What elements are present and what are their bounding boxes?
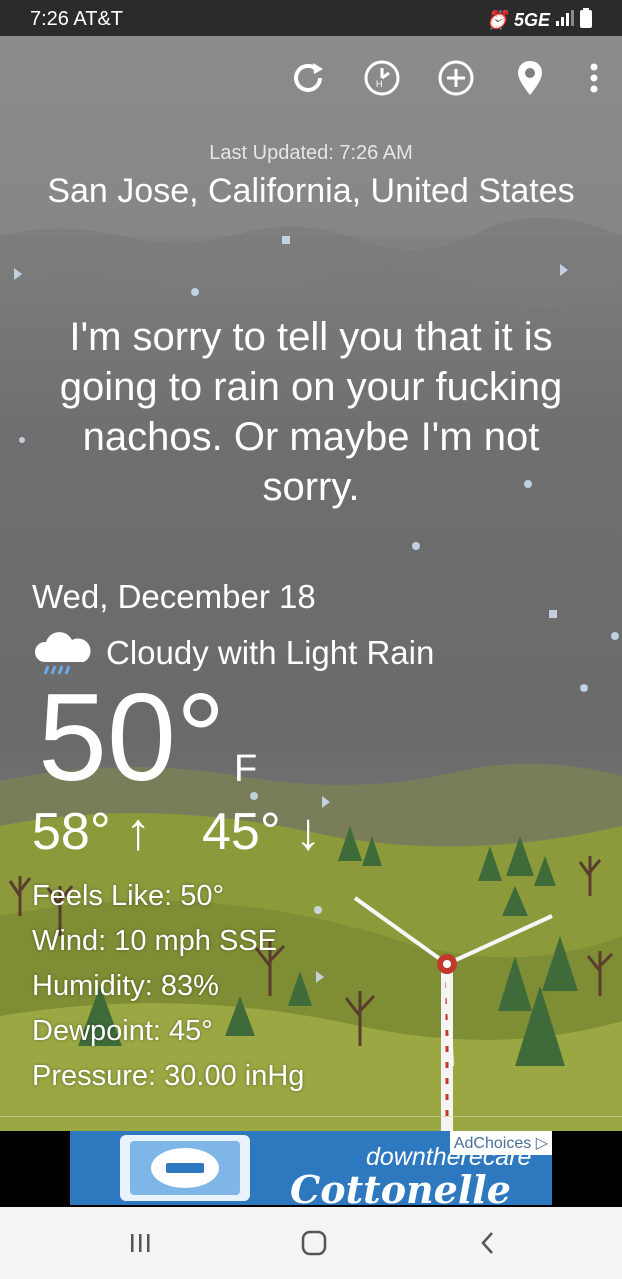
back-button[interactable] <box>468 1227 508 1259</box>
pressure: Pressure: 30.00 inHg <box>32 1060 305 1092</box>
forecast-date: Wed, December 18 <box>32 578 316 615</box>
recent-apps-button[interactable] <box>120 1227 160 1259</box>
high-temperature: 58° ↑ <box>32 803 152 861</box>
ad-banner[interactable]: downtherecare Cottonelle AdChoices ▷ <box>70 1131 552 1205</box>
system-nav-bar <box>0 1207 622 1279</box>
condition-label: Cloudy with Light Rain <box>106 634 435 671</box>
current-temperature: 50° <box>38 669 226 807</box>
back-icon <box>481 1232 493 1254</box>
adchoices-label[interactable]: AdChoices ▷ <box>449 1131 552 1155</box>
ad-bar: downtherecare Cottonelle AdChoices ▷ <box>0 1131 622 1207</box>
wind: Wind: 10 mph SSE <box>32 925 277 957</box>
divider <box>0 1116 622 1117</box>
add-location-button[interactable] <box>436 58 476 98</box>
feels-like: Feels Like: 50° <box>32 880 225 912</box>
add-icon <box>438 60 474 96</box>
refresh-button[interactable] <box>288 58 328 98</box>
status-indicators: ⏰ 5GE <box>486 8 592 33</box>
low-temperature: 45° ↓ <box>202 803 322 861</box>
high-low: 58° ↑ 45° ↓ <box>32 802 321 862</box>
home-button[interactable] <box>294 1227 334 1259</box>
adchoices-text: AdChoices <box>453 1135 532 1152</box>
alarm-icon: ⏰ <box>485 10 508 30</box>
svg-text:H: H <box>376 79 383 89</box>
temperature-unit[interactable]: F <box>234 748 257 791</box>
status-time-carrier: 7:26 AT&T <box>30 8 124 30</box>
hourly-forecast-button[interactable]: H <box>362 58 402 98</box>
signal-icon <box>556 10 574 31</box>
status-bar: 7:26 AT&T ⏰ 5GE <box>0 0 622 36</box>
product-package-image <box>120 1135 250 1201</box>
home-icon <box>301 1230 327 1256</box>
dewpoint: Dewpoint: 45° <box>32 1015 213 1047</box>
last-updated: Last Updated: 7:26 AM <box>209 142 413 164</box>
app-toolbar: H <box>288 58 604 98</box>
adchoices-icon: ▷ <box>535 1135 548 1152</box>
recent-apps-icon <box>131 1234 150 1252</box>
location-pin-icon <box>518 61 542 95</box>
weather-scene: H Last Updated: 7:26 AM San Jose, Califo… <box>0 36 622 1131</box>
battery-icon <box>580 8 592 33</box>
weather-details: Feels Like: 50° Wind: 10 mph SSE Humidit… <box>32 874 304 1099</box>
locations-button[interactable] <box>510 58 550 98</box>
hourly-clock-icon: H <box>364 60 400 96</box>
humidity: Humidity: 83% <box>32 970 219 1002</box>
ad-brand: Cottonelle <box>290 1167 511 1205</box>
more-icon <box>590 63 598 93</box>
refresh-icon <box>294 63 323 92</box>
network-type: 5GE <box>513 10 550 30</box>
more-options-button[interactable] <box>584 58 604 98</box>
weather-message: I'm sorry to tell you that it is going t… <box>59 315 563 509</box>
location-title[interactable]: San Jose, California, United States <box>0 172 622 211</box>
